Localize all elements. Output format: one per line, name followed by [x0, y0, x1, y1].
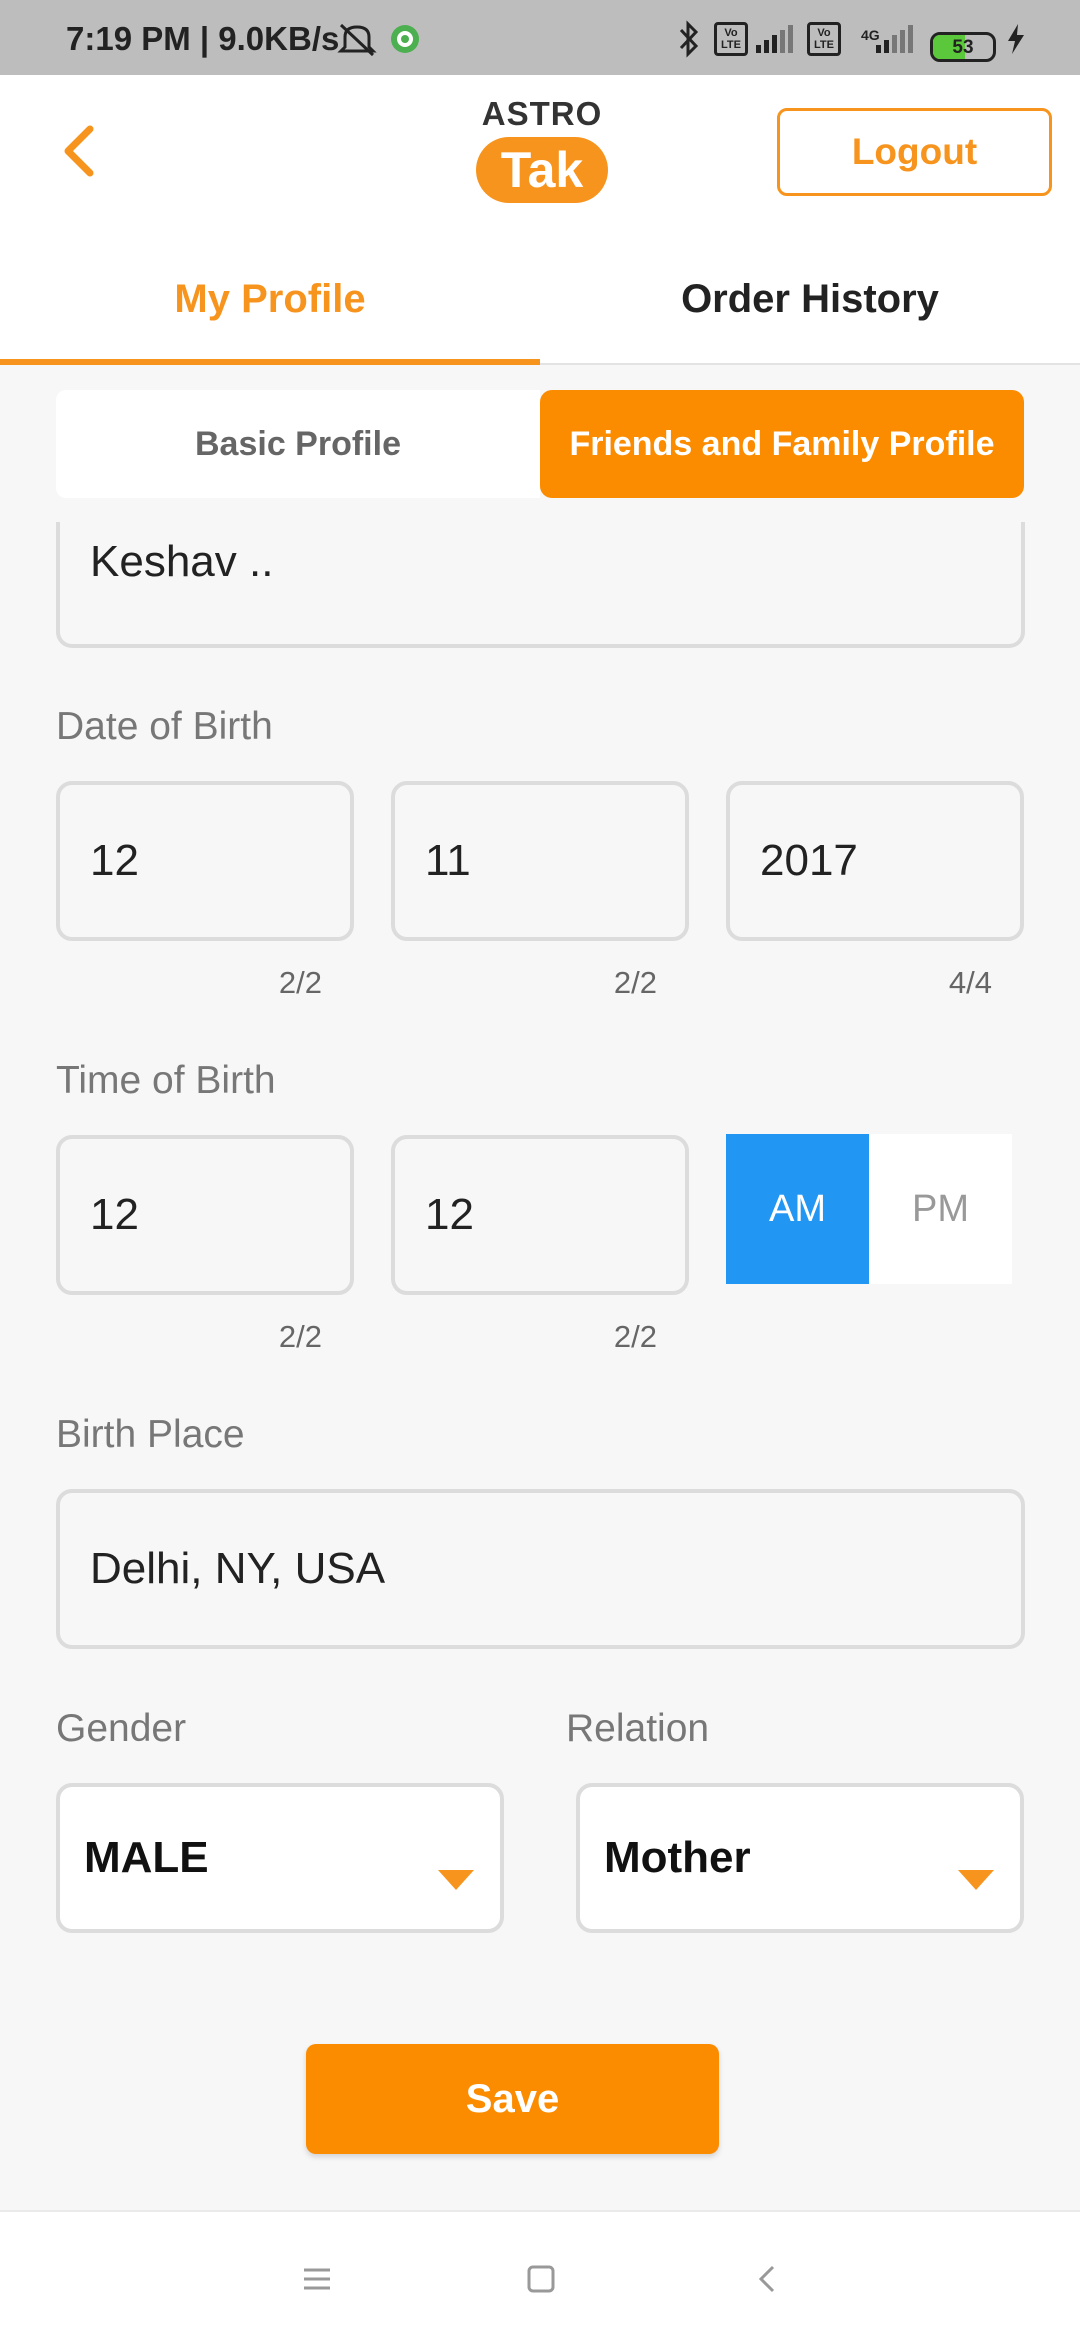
dob-day-counter: 2/2 — [278, 965, 322, 1000]
menu-icon[interactable] — [292, 2254, 342, 2304]
active-tab-indicator — [0, 359, 540, 365]
status-time: 7:19 PM | 9.0KB/s — [66, 20, 340, 57]
mute-icon — [337, 22, 377, 57]
back-arrow-icon — [58, 123, 98, 184]
volte-badge-1: Vo LTE — [714, 22, 748, 56]
tob-hour-counter: 2/2 — [278, 1319, 322, 1354]
system-nav-bar — [0, 2210, 1080, 2340]
signal-icon — [756, 22, 793, 56]
nav-back-icon[interactable] — [742, 2254, 792, 2304]
battery-icon: 53 — [930, 32, 996, 62]
back-button[interactable] — [48, 118, 108, 188]
dob-month-counter: 2/2 — [613, 965, 657, 1000]
caret-down-icon — [958, 1851, 994, 1901]
pm-toggle[interactable]: PM — [869, 1134, 1012, 1284]
bluetooth-icon — [676, 20, 702, 58]
caret-down-icon — [438, 1851, 474, 1901]
tob-minute-input[interactable]: 12 — [391, 1135, 689, 1295]
dob-month-input[interactable]: 11 — [391, 781, 689, 941]
settings-badge-icon — [389, 22, 421, 56]
dob-year-input[interactable]: 2017 — [726, 781, 1024, 941]
charging-icon — [1004, 22, 1028, 56]
main-tabs: My Profile Order History — [0, 235, 1080, 365]
basic-profile-toggle[interactable]: Basic Profile — [56, 390, 540, 498]
name-field[interactable]: Keshav .. — [56, 522, 1025, 648]
dob-day-input[interactable]: 12 — [56, 781, 354, 941]
dob-label: Date of Birth — [56, 705, 273, 748]
birth-place-input[interactable]: Delhi, NY, USA — [56, 1489, 1025, 1649]
friends-family-profile-toggle[interactable]: Friends and Family Profile — [540, 390, 1024, 498]
tob-hour-input[interactable]: 12 — [56, 1135, 354, 1295]
am-toggle[interactable]: AM — [726, 1134, 869, 1284]
signal-icon-2 — [876, 22, 913, 56]
gender-value: MALE — [84, 1833, 209, 1882]
save-button[interactable]: Save — [306, 2044, 719, 2154]
tob-minute-counter: 2/2 — [613, 1319, 657, 1354]
tab-order-history[interactable]: Order History — [540, 235, 1080, 363]
logout-button[interactable]: Logout — [777, 108, 1052, 196]
relation-dropdown[interactable]: Mother — [576, 1783, 1024, 1933]
relation-value: Mother — [604, 1833, 751, 1882]
gender-dropdown[interactable]: MALE — [56, 1783, 504, 1933]
astrotak-logo: ASTRO Tak — [472, 95, 612, 210]
volte-badge-2: Vo LTE — [807, 22, 841, 56]
tob-label: Time of Birth — [56, 1059, 276, 1102]
relation-label: Relation — [566, 1707, 710, 1750]
gender-label: Gender — [56, 1707, 187, 1750]
birth-place-label: Birth Place — [56, 1413, 245, 1456]
home-icon[interactable] — [516, 2254, 566, 2304]
dob-year-counter: 4/4 — [948, 965, 992, 1000]
tab-my-profile[interactable]: My Profile — [0, 235, 540, 363]
